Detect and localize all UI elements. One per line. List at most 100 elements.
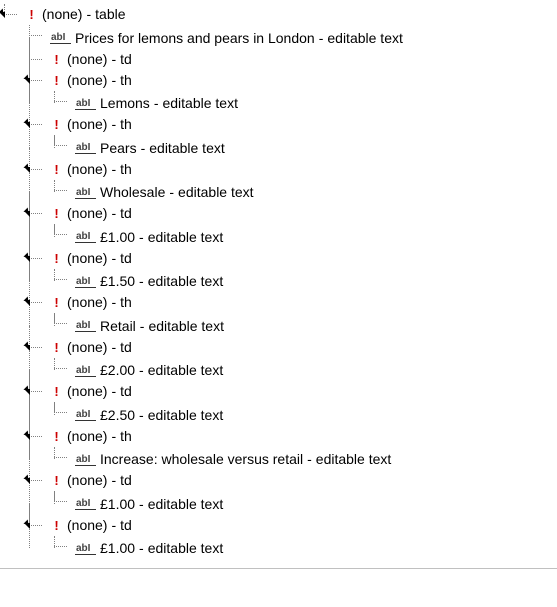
tree-node-td[interactable]: ! (none) - td abI £1.00 - editable text [29, 470, 557, 515]
node-role: editable text [162, 93, 238, 114]
node-role: editable text [178, 182, 254, 203]
warning-icon: ! [25, 4, 38, 25]
tree-node-text[interactable]: abI £2.50 - editable text [54, 402, 557, 426]
text-icon: abI [75, 498, 96, 510]
tree-node-th[interactable]: ! (none) - th abI Lemons - editable text [29, 70, 557, 115]
node-name: (none) [67, 292, 107, 313]
tree-node-th[interactable]: ! (none) - th abI Wholesale - editable t… [29, 159, 557, 204]
expander-icon[interactable] [0, 8, 9, 20]
text-icon: abI [75, 543, 96, 555]
tree-node-text[interactable]: abI £1.50 - editable text [54, 269, 557, 293]
expander-icon[interactable] [22, 118, 34, 130]
warning-icon: ! [50, 70, 63, 91]
node-role: td [120, 470, 132, 491]
node-role: editable text [148, 227, 224, 248]
tree-node-text[interactable]: abI Prices for lemons and pears in Londo… [29, 25, 557, 49]
node-name: (none) [67, 248, 107, 269]
warning-icon: ! [50, 381, 63, 402]
node-role: td [120, 337, 132, 358]
node-name: (none) [67, 381, 107, 402]
tree-node-td[interactable]: ! (none) - td abI £1.50 - editable text [29, 248, 557, 293]
accessibility-tree[interactable]: ! (none) - table abI Prices for lemons a… [0, 0, 557, 569]
tree-node-th[interactable]: ! (none) - th abI Retail - editable text [29, 292, 557, 337]
text-icon: abI [75, 320, 96, 332]
node-text: £1.00 [100, 227, 135, 248]
node-name: (none) [67, 515, 107, 536]
tree-node-th[interactable]: ! (none) - th abI Increase: wholesale ve… [29, 426, 557, 471]
tree-node-text[interactable]: abI £1.00 - editable text [54, 224, 557, 248]
warning-icon: ! [50, 337, 63, 358]
tree-node-text[interactable]: abI Pears - editable text [54, 135, 557, 159]
text-icon: abI [50, 32, 71, 44]
warning-icon: ! [50, 114, 63, 135]
node-role: editable text [148, 316, 224, 337]
node-name: (none) [67, 49, 107, 70]
node-name: (none) [67, 159, 107, 180]
tree-node-table[interactable]: ! (none) - table abI Prices for lemons a… [4, 4, 557, 559]
node-text: £1.00 [100, 538, 135, 559]
node-name: (none) [67, 203, 107, 224]
node-role: td [120, 248, 132, 269]
tree-node-td[interactable]: ! (none) - td [29, 49, 557, 70]
node-text: £2.00 [100, 360, 135, 381]
expander-icon[interactable] [22, 296, 34, 308]
node-text: Wholesale [100, 182, 165, 203]
expander-icon[interactable] [22, 519, 34, 531]
warning-icon: ! [50, 470, 63, 491]
expander-icon[interactable] [22, 252, 34, 264]
text-icon: abI [75, 454, 96, 466]
text-icon: abI [75, 187, 96, 199]
node-role: th [120, 292, 132, 313]
node-role: editable text [327, 28, 403, 49]
node-role: td [120, 203, 132, 224]
tree-node-td[interactable]: ! (none) - td abI £1.00 - editable text [29, 515, 557, 560]
node-role: td [120, 381, 132, 402]
tree-node-text[interactable]: abI Lemons - editable text [54, 91, 557, 115]
node-role: th [120, 70, 132, 91]
node-role: th [120, 426, 132, 447]
divider [0, 568, 557, 569]
node-role: editable text [148, 360, 224, 381]
expander-icon[interactable] [22, 163, 34, 175]
warning-icon: ! [50, 159, 63, 180]
node-role: editable text [148, 538, 224, 559]
node-name: (none) [67, 337, 107, 358]
tree-node-text[interactable]: abI £1.00 - editable text [54, 491, 557, 515]
node-text: Pears [100, 138, 137, 159]
text-icon: abI [75, 409, 96, 421]
node-text: Lemons [100, 93, 150, 114]
tree-node-td[interactable]: ! (none) - td abI £1.00 - editable text [29, 203, 557, 248]
node-name: (none) [67, 470, 107, 491]
node-text: Prices for lemons and pears in London [75, 28, 315, 49]
expander-icon[interactable] [22, 341, 34, 353]
node-role: table [95, 4, 125, 25]
warning-icon: ! [50, 426, 63, 447]
tree-node-td[interactable]: ! (none) - td abI £2.50 - editable text [29, 381, 557, 426]
tree-node-td[interactable]: ! (none) - td abI £2.00 - editable text [29, 337, 557, 382]
node-role: editable text [316, 449, 392, 470]
expander-icon[interactable] [22, 430, 34, 442]
node-role: td [120, 49, 132, 70]
node-name: (none) [42, 4, 82, 25]
expander-icon[interactable] [22, 74, 34, 86]
expander-icon[interactable] [22, 385, 34, 397]
node-role: editable text [149, 138, 225, 159]
node-text: Retail [100, 316, 136, 337]
node-text: £2.50 [100, 405, 135, 426]
node-role: th [120, 114, 132, 135]
warning-icon: ! [50, 203, 63, 224]
tree-node-text[interactable]: abI Retail - editable text [54, 313, 557, 337]
text-icon: abI [75, 276, 96, 288]
node-role: editable text [148, 405, 224, 426]
tree-node-th[interactable]: ! (none) - th abI Pears - editable text [29, 114, 557, 159]
expander-icon[interactable] [22, 207, 34, 219]
warning-icon: ! [50, 292, 63, 313]
expander-icon[interactable] [22, 474, 34, 486]
tree-node-text[interactable]: abI Increase: wholesale versus retail - … [54, 447, 557, 471]
node-text: Increase: wholesale versus retail [100, 449, 303, 470]
warning-icon: ! [50, 515, 63, 536]
tree-node-text[interactable]: abI Wholesale - editable text [54, 180, 557, 204]
node-text: £1.50 [100, 271, 135, 292]
tree-node-text[interactable]: abI £2.00 - editable text [54, 358, 557, 382]
tree-node-text[interactable]: abI £1.00 - editable text [54, 536, 557, 560]
